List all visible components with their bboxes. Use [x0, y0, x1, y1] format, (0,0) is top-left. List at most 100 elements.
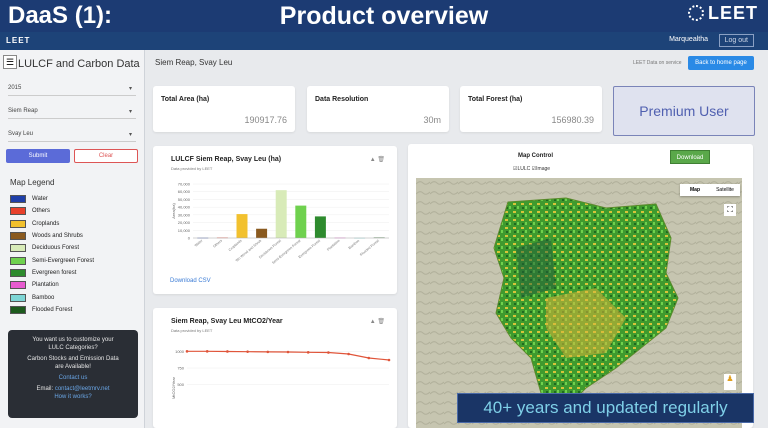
leet-logo-icon [687, 5, 704, 21]
map-view[interactable]: Map Satellite ⛶ ♟ [416, 178, 742, 428]
map-download-button[interactable]: Download [670, 150, 710, 164]
year-select[interactable]: 2015 ▾ [8, 80, 136, 96]
promo-line: You want us to customize your [32, 337, 114, 343]
district-select[interactable]: Svay Leu ▾ [8, 126, 136, 142]
bar [314, 216, 326, 238]
main-content: Siem Reap, Svay Leu LEET Data on service… [145, 50, 768, 428]
map-tab[interactable]: Map [680, 184, 710, 196]
email-label: Email: [36, 386, 54, 392]
province-select[interactable]: Siem Reap ▾ [8, 103, 136, 119]
legend-swatch [10, 305, 26, 314]
map-type-toggle: Map Satellite [680, 184, 740, 196]
legend-label: Flooded Forest [32, 306, 73, 313]
fullscreen-icon[interactable]: ⛶ [724, 204, 736, 216]
year-select-value: 2015 [8, 85, 22, 91]
lulc-checkbox-label: LULC [517, 166, 531, 172]
clear-button[interactable]: Clear [74, 149, 138, 163]
data-point [226, 350, 229, 353]
legend-label: Plantation [32, 282, 59, 289]
legend-label: Others [32, 208, 51, 215]
legend-label: Evergreen forest [32, 269, 77, 276]
promo-line: LULC Categories? [48, 345, 98, 351]
promo-line: are Available! [55, 364, 91, 370]
map-control-title: Map Control [518, 153, 553, 159]
x-tick-label: Flooded Forest [359, 239, 380, 257]
sidebar-title: LULCF and Carbon Data [18, 58, 140, 70]
stat-value: 156980.39 [551, 115, 594, 125]
y-tick-label: 20,000 [178, 220, 191, 225]
map-layer-checks: ☑LULC ☑Image [513, 166, 550, 172]
slide-banner: DaaS (1): Product overview LEET [0, 0, 768, 32]
y-tick-label: 60,000 [178, 189, 191, 194]
nav-brand[interactable]: LEET [6, 36, 30, 45]
bar [256, 228, 268, 238]
district-select-value: Svay Leu [8, 131, 34, 137]
bar [236, 214, 248, 238]
legend-item: Bamboo [10, 291, 140, 303]
stat-label: Total Area (ha) [161, 96, 210, 103]
legend-swatch [10, 281, 26, 290]
satellite-tab[interactable]: Satellite [710, 184, 740, 196]
lake-zone [516, 238, 556, 298]
data-point [367, 356, 371, 360]
slide-logo: LEET [687, 3, 758, 24]
legend-item: Plantation [10, 279, 140, 291]
slide-title: Product overview [279, 2, 489, 30]
data-point [205, 350, 209, 353]
promo-line: Carbon Stocks and Emission Data [27, 356, 119, 362]
y-tick-label: 750 [177, 366, 184, 371]
back-home-button[interactable]: Back to home page [688, 56, 754, 70]
menu-toggle-icon[interactable]: ☰ [3, 55, 17, 69]
chevron-down-icon: ▾ [128, 86, 132, 92]
y-tick-label: 500 [177, 382, 184, 387]
data-point [286, 350, 290, 354]
nav-username: Marquealtha [669, 36, 708, 43]
data-point [246, 350, 249, 353]
legend-item: Woods and Shrubs [10, 230, 140, 242]
premium-user-badge: Premium User [613, 86, 755, 136]
y-tick-label: 50,000 [178, 197, 191, 202]
legend-item: Others [10, 205, 140, 217]
y-tick-label: 70,000 [178, 182, 191, 187]
caption-banner: 40+ years and updated regularly [457, 393, 754, 423]
legend-label: Bamboo [32, 294, 55, 301]
bar [275, 190, 287, 238]
legend-swatch [10, 232, 26, 241]
slide-logo-text: LEET [707, 3, 758, 23]
stat-value: 30m [423, 115, 441, 125]
download-csv-link[interactable]: Download CSV [170, 278, 211, 284]
legend-item: Deciduous Forest [10, 242, 140, 254]
how-it-works-link[interactable]: How it works? [8, 393, 138, 401]
logout-button[interactable]: Log out [718, 34, 754, 47]
x-tick-label: Croplands [228, 239, 243, 252]
stat-card-total-area: Total Area (ha) 190917.76 [153, 86, 295, 132]
street-view-icon[interactable]: ♟ [724, 374, 736, 390]
sidebar: ☰ LULCF and Carbon Data 2015 ▾ Siem Reap ▾… [0, 50, 145, 428]
submit-button[interactable]: Submit [6, 149, 70, 163]
legend-label: Semi-Evergreen Forest [32, 257, 95, 264]
legend-item: Semi-Evergreen Forest [10, 254, 140, 266]
co2-line-chart: 1000 750 500MtCO2/Year [171, 349, 391, 399]
stat-label: Total Forest (ha) [468, 96, 523, 103]
legend-item: Croplands [10, 218, 140, 230]
map-legend-title: Map Legend [10, 178, 55, 187]
stat-card-total-forest: Total Forest (ha) 156980.39 [460, 86, 602, 132]
data-point [387, 358, 391, 362]
x-tick-label: Others [212, 239, 223, 249]
promo-box: You want us to customize your LULC Categ… [8, 330, 138, 418]
data-point [266, 350, 270, 354]
chevron-down-icon: ▾ [128, 132, 132, 138]
co2-chart-card: Siem Reap, Svay Leu MtCO2/Year Data prov… [153, 308, 397, 428]
legend-swatch [10, 256, 26, 265]
x-tick-label: Plantation [326, 239, 341, 252]
email-link[interactable]: contact@leetmrv.net [55, 386, 110, 392]
x-tick-label: Bamboo [348, 239, 361, 250]
y-axis-label: MtCO2/Year [171, 376, 176, 399]
promo-email-row: Email: contact@leetmrv.net [8, 385, 138, 393]
land-cover-map[interactable] [416, 178, 742, 428]
legend-label: Water [32, 196, 48, 203]
map-card: Map Control ☑LULC ☑Image Download Map Sa… [408, 144, 753, 428]
contact-us-link[interactable]: Contact us [8, 374, 138, 382]
service-note: LEET Data on service [633, 60, 682, 66]
legend-label: Woods and Shrubs [32, 233, 83, 240]
